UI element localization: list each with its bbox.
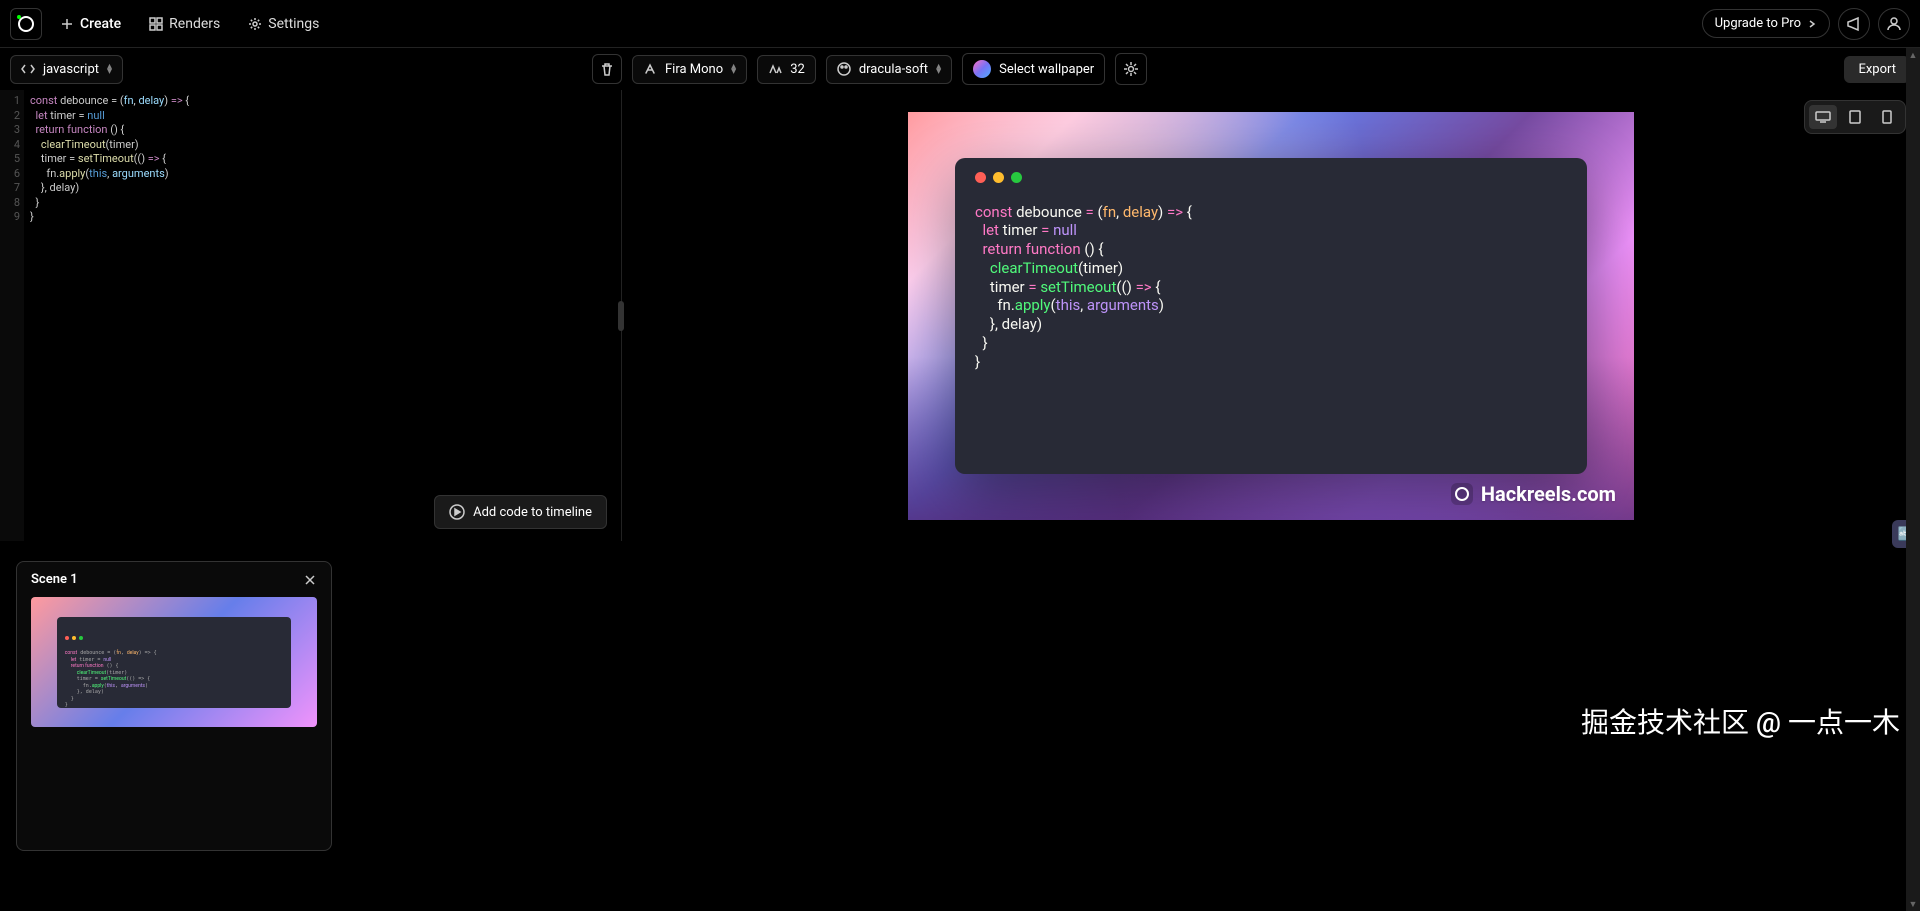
play-add-icon — [449, 504, 465, 520]
language-value: javascript — [43, 62, 99, 77]
code-editor[interactable]: const debounce = (fn, delay) => { let ti… — [24, 90, 621, 541]
code-display: const debounce = (fn, delay) => { let ti… — [975, 203, 1567, 372]
maximize-dot-icon — [1011, 172, 1022, 183]
export-button[interactable]: Export — [1844, 56, 1910, 83]
language-select[interactable]: javascript ▴▾ — [10, 55, 123, 84]
delete-button[interactable] — [592, 54, 622, 84]
toolbar: javascript ▴▾ Fira Mono ▴▾ 32 dracula-so… — [0, 48, 1920, 90]
font-icon — [643, 62, 657, 76]
scene-card[interactable]: Scene 1 const debounce = (fn, delay) => … — [16, 561, 332, 851]
line-number: 7 — [0, 181, 20, 196]
create-button[interactable]: Create — [50, 10, 131, 38]
preview-wallpaper: const debounce = (fn, delay) => { let ti… — [908, 112, 1634, 520]
chevron-updown-icon: ▴▾ — [107, 64, 112, 74]
close-icon[interactable] — [303, 573, 317, 587]
grid-icon — [149, 17, 163, 31]
trash-icon — [600, 62, 614, 76]
preview-canvas: const debounce = (fn, delay) => { let ti… — [622, 90, 1920, 541]
code-icon — [21, 62, 35, 76]
theme-value: dracula-soft — [859, 62, 928, 77]
watermark-text: Hackreels.com — [1481, 482, 1616, 506]
user-icon — [1886, 16, 1902, 32]
line-number: 3 — [0, 123, 20, 138]
scroll-down-icon[interactable]: ▼ — [1906, 897, 1920, 911]
text-size-icon — [768, 62, 782, 76]
close-dot-icon — [975, 172, 986, 183]
code-window: const debounce = (fn, delay) => { let ti… — [955, 158, 1587, 474]
add-timeline-label: Add code to timeline — [473, 505, 592, 520]
traffic-lights — [975, 172, 1567, 183]
wallpaper-swatch-icon — [973, 60, 991, 78]
settings-label: Settings — [268, 16, 319, 32]
font-value: Fira Mono — [665, 62, 723, 77]
user-button[interactable] — [1878, 8, 1910, 40]
settings-button[interactable]: Settings — [238, 10, 329, 38]
create-label: Create — [80, 16, 121, 32]
main-area: 1 2 3 4 5 6 7 8 9 const debounce = (fn, … — [0, 90, 1920, 541]
fontsize-value: 32 — [790, 62, 805, 77]
line-number: 9 — [0, 210, 20, 225]
theme-select[interactable]: dracula-soft ▴▾ — [826, 55, 952, 84]
wallpaper-button[interactable]: Select wallpaper — [962, 53, 1105, 85]
fontsize-select[interactable]: 32 — [757, 55, 816, 84]
line-gutter: 1 2 3 4 5 6 7 8 9 — [0, 90, 24, 541]
preview-settings-button[interactable] — [1115, 53, 1147, 85]
logo[interactable] — [10, 8, 42, 40]
preview-pane: const debounce = (fn, delay) => { let ti… — [622, 90, 1920, 541]
megaphone-icon — [1846, 16, 1862, 32]
chevron-updown-icon: ▴▾ — [731, 64, 736, 74]
gear-icon — [1123, 61, 1139, 77]
attribution-text: 掘金技术社区 @ 一点一木 — [1581, 701, 1900, 741]
line-number: 2 — [0, 109, 20, 124]
line-number: 6 — [0, 167, 20, 182]
app-header: Create Renders Settings Upgrade to Pro — [0, 0, 1920, 48]
renders-button[interactable]: Renders — [139, 10, 230, 38]
scene-header: Scene 1 — [17, 562, 331, 597]
line-number: 8 — [0, 196, 20, 211]
plus-icon — [60, 17, 74, 31]
palette-icon — [837, 62, 851, 76]
renders-label: Renders — [169, 16, 220, 32]
wallpaper-label: Select wallpaper — [999, 62, 1094, 77]
editor-pane: 1 2 3 4 5 6 7 8 9 const debounce = (fn, … — [0, 90, 622, 541]
chevron-right-icon — [1807, 19, 1817, 29]
notifications-button[interactable] — [1838, 8, 1870, 40]
upgrade-button[interactable]: Upgrade to Pro — [1702, 9, 1830, 38]
scene-title: Scene 1 — [31, 572, 78, 587]
gear-icon — [248, 17, 262, 31]
scrollbar[interactable]: ▲ ▼ — [1906, 48, 1920, 911]
upgrade-label: Upgrade to Pro — [1715, 16, 1801, 31]
export-label: Export — [1858, 62, 1896, 77]
font-select[interactable]: Fira Mono ▴▾ — [632, 55, 747, 84]
chevron-updown-icon: ▴▾ — [936, 64, 941, 74]
scene-thumbnail: const debounce = (fn, delay) => { let ti… — [31, 597, 317, 727]
scroll-up-icon[interactable]: ▲ — [1906, 48, 1920, 62]
line-number: 5 — [0, 152, 20, 167]
minimize-dot-icon — [993, 172, 1004, 183]
add-to-timeline-button[interactable]: Add code to timeline — [434, 495, 607, 529]
watermark: Hackreels.com — [1451, 482, 1616, 506]
line-number: 4 — [0, 138, 20, 153]
watermark-logo-icon — [1451, 483, 1473, 505]
line-number: 1 — [0, 94, 20, 109]
